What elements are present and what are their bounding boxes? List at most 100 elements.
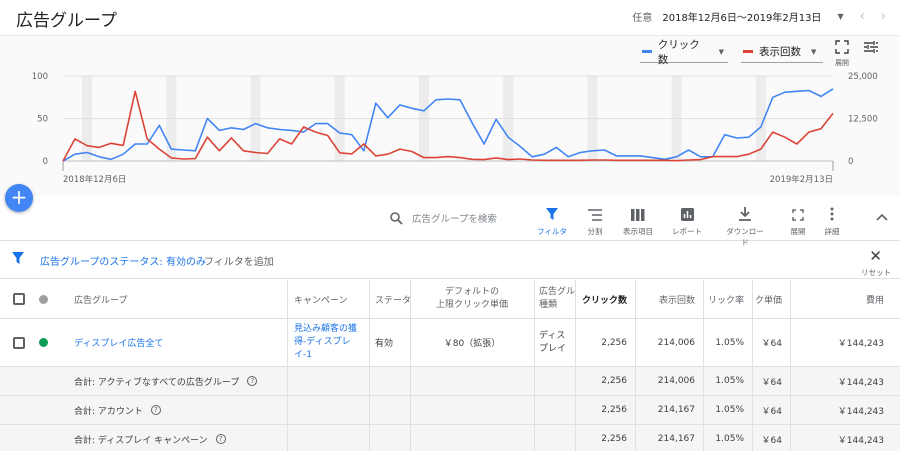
metric-impressions-label: 表示回数 [759,46,801,58]
clicks-legend-swatch [642,50,652,53]
right-tick-label: 12,500 [848,115,878,125]
impressions-cell: 214,006 [657,337,695,348]
reports-button-label: レポート [672,227,702,236]
campaign-link[interactable]: 見込み顧客の獲 得-ディスプレ イ-1 [294,319,357,366]
total-clicks: 2,256 [601,405,627,415]
status-filter-chip[interactable]: 広告グループのステータス: 有効のみ [40,253,206,268]
more-vert-icon [830,207,834,221]
col-cost[interactable]: 費用 [790,280,892,318]
filter-bar: 広告グループのステータス: 有効のみ フィルタを追加 ✕ リセット [0,241,900,279]
table-row: ディスプレイ広告全て 見込み顧客の獲 得-ディスプレ イ-1 有効 ￥80（拡張… [0,319,900,367]
clicks-series-line [62,88,834,162]
col-ctr[interactable]: リック率 [703,280,752,318]
search-icon [390,211,403,225]
col-ad-group-type-line2: 種類 [539,300,558,310]
add-filter-link[interactable]: フィルタを追加 [204,253,274,268]
col-clicks[interactable]: クリック数 [575,280,635,318]
filter-button[interactable]: フィルタ [530,203,574,237]
segment-icon [588,209,602,221]
metric-selector-clicks[interactable]: クリック数 ▼ [640,39,728,66]
total-label: 合計: アカウント? [74,396,161,424]
more-button[interactable]: 詳細 [810,203,854,237]
select-all-checkbox[interactable] [13,280,25,318]
expand-icon[interactable] [835,40,849,54]
campaign-link-line1: 見込み顧客の獲 [294,324,358,334]
default-max-cpc-cell[interactable]: ￥80（拡張） [410,319,534,366]
status-header-dot [39,280,48,318]
campaign-link-line3: イ-1 [294,350,312,360]
filter-button-label: フィルタ [537,227,567,236]
avg-cpc-cell: ￥64 [761,339,782,349]
chevron-down-icon[interactable]: ▼ [811,48,816,56]
metric-clicks-label: クリック数 [657,38,700,66]
close-icon[interactable]: ✕ [869,247,882,265]
total-ctr: 1.05% [715,434,744,444]
columns-button[interactable]: 表示項目 [616,203,660,237]
ad-group-type-cell: ディス プレイ [539,319,566,366]
total-cost: ￥144,243 [837,435,884,446]
tune-icon[interactable] [863,40,879,54]
segment-button[interactable]: 分割 [573,203,617,237]
row-checkbox[interactable] [13,319,25,366]
ad-group-type-line1: ディス [539,330,566,341]
col-avg-cpc[interactable]: ク単価 [752,280,790,318]
download-icon [739,207,751,221]
left-tick-label: 100 [32,72,48,82]
campaign-link-line2: 得-ディスプレ [294,337,351,347]
total-impressions: 214,167 [657,405,695,415]
col-ad-group[interactable]: 広告グループ [74,280,127,318]
right-tick-label: 25,000 [848,72,878,82]
chart-expand-label: 展開 [835,59,849,67]
expand-icon [792,209,804,221]
col-ad-group-type[interactable]: 広告グル 種類 [539,280,575,318]
bar-chart-icon [680,208,694,221]
total-label-text: 合計: アカウント [74,406,143,417]
ad-group-search[interactable]: 広告グループを検索 [390,207,526,229]
total-row-account: 合計: アカウント? 2,256 214,167 1.05% ￥64 ￥144,… [0,396,900,425]
col-status[interactable]: ステータ [375,280,411,318]
total-avg-cpc: ￥64 [761,406,782,417]
total-row-active-ad-groups: 合計: アクティブなすべての広告グループ? 2,256 214,006 1.05… [0,367,900,396]
date-range-value[interactable]: 2018年12月6日～2019年2月13日 [662,9,821,24]
chevron-left-icon[interactable]: ‹ [860,9,865,24]
total-avg-cpc: ￥64 [761,377,782,388]
col-default-max-cpc[interactable]: デフォルトの 上限クリック単価 [410,280,534,318]
reset-filters-button[interactable]: リセット [861,267,891,278]
total-cost: ￥144,243 [837,377,884,388]
col-campaign[interactable]: キャンペーン [294,280,348,318]
chevron-up-icon[interactable] [876,213,888,221]
table-toolbar: 広告グループを検索 フィルタ 分割 表示項目 レポート ダウンロード 展開 詳細 [0,199,900,247]
date-range-label: 任意 [632,13,653,24]
table-header-row: 広告グループ キャンペーン ステータ デフォルトの 上限クリック単価 広告グル … [0,280,900,319]
col-impressions[interactable]: 表示回数 [635,280,703,318]
more-button-label: 詳細 [824,227,840,236]
google-ads-ad-groups-page: 広告グループ 任意 2018年12月6日～2019年2月13日 ▼ ‹ › 0 5… [0,0,900,451]
chevron-down-icon[interactable]: ▼ [719,48,724,56]
help-icon[interactable]: ? [215,434,226,444]
impressions-series-line [62,90,834,162]
total-label: 合計: ディスプレイ キャンペーン? [74,425,226,451]
chart-end-date: 2019年2月13日 [770,174,833,185]
chart-start-date: 2018年12月6日 [63,174,126,185]
date-range-selector[interactable]: 任意 2018年12月6日～2019年2月13日 ▼ ‹ › [632,9,886,24]
chevron-right-icon[interactable]: › [881,9,886,24]
col-default-max-cpc-line2: 上限クリック単価 [435,300,508,310]
help-icon[interactable]: ? [150,405,161,415]
impressions-legend-swatch [743,50,753,53]
clicks-cell: 2,256 [601,337,627,348]
page-title: 広告グループ [16,11,117,31]
ad-group-type-line2: プレイ [539,343,567,354]
reports-button[interactable]: レポート [665,203,709,237]
status-active-dot [39,319,48,366]
right-tick-label: 0 [848,157,853,167]
columns-button-label: 表示項目 [623,227,653,236]
metric-selector-impressions[interactable]: 表示回数 ▼ [741,41,823,63]
ctr-cell: 1.05% [715,337,744,348]
chevron-down-icon[interactable]: ▼ [837,12,843,21]
filter-icon [546,208,558,220]
filter-icon [12,252,24,264]
total-clicks: 2,256 [601,376,627,386]
help-icon[interactable]: ? [247,376,258,386]
ad-group-link[interactable]: ディスプレイ広告全て [74,319,163,366]
search-input[interactable]: 広告グループを検索 [412,211,497,225]
